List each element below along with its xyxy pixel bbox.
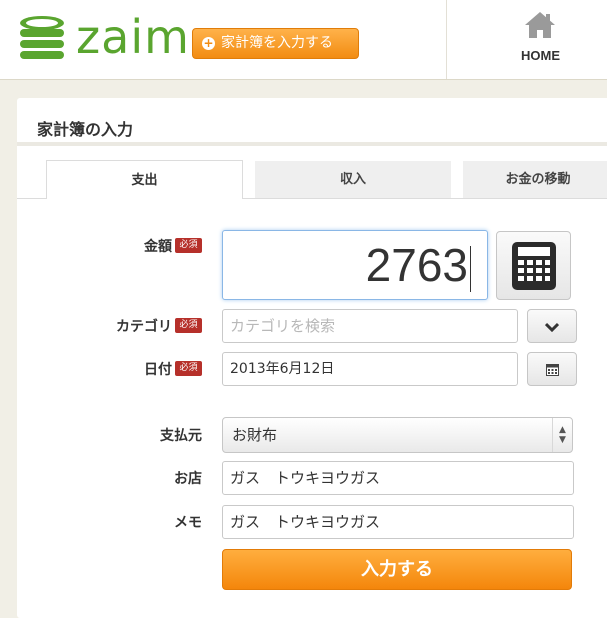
top-header: zaim + 家計簿を入力する HOME — [0, 0, 607, 80]
category-dropdown-button[interactable] — [527, 309, 577, 343]
shop-label: お店 — [174, 471, 202, 487]
date-input[interactable]: 2013年6月12日 — [222, 352, 518, 386]
title-divider — [17, 142, 607, 146]
zaim-logo[interactable]: zaim — [16, 12, 189, 64]
calculator-button[interactable] — [496, 231, 571, 300]
amount-label: 金額 — [144, 239, 172, 255]
tab-income[interactable]: 収入 — [255, 161, 451, 198]
shop-input[interactable]: ガス トウキヨウガス — [222, 461, 574, 495]
tab-expense[interactable]: 支出 — [46, 160, 243, 199]
active-tab-joiner — [47, 197, 242, 200]
select-arrows-icon: ▲ ▼ — [552, 418, 572, 452]
calculator-icon — [512, 242, 556, 290]
home-icon — [525, 12, 555, 38]
category-placeholder: カテゴリを検索 — [230, 317, 336, 335]
logo-text: zaim — [76, 10, 190, 64]
add-entry-button-label: 家計簿を入力する — [221, 35, 333, 51]
memo-input[interactable]: ガス トウキヨウガス — [222, 505, 574, 539]
add-entry-button[interactable]: + 家計簿を入力する — [192, 28, 359, 59]
text-caret — [470, 245, 471, 292]
payment-source-label: 支払元 — [160, 428, 202, 444]
payment-source-select[interactable]: お財布 ▲ ▼ — [222, 417, 573, 453]
memo-label: メモ — [174, 515, 202, 531]
chevron-down-icon — [545, 322, 559, 332]
amount-input[interactable]: 2763 — [222, 230, 488, 300]
page-title: 家計簿の入力 — [37, 120, 134, 139]
tab-transfer[interactable]: お金の移動 — [463, 161, 607, 198]
submit-button[interactable]: 入力する — [222, 549, 572, 590]
amount-value: 2763 — [365, 239, 468, 291]
payment-source-value: お財布 — [232, 426, 278, 444]
category-label: カテゴリ — [116, 319, 172, 335]
calendar-icon — [546, 364, 559, 376]
required-badge: 必須 — [175, 361, 202, 376]
home-nav-label: HOME — [521, 48, 560, 63]
home-nav-button[interactable]: HOME — [446, 0, 607, 79]
category-search-input[interactable]: カテゴリを検索 — [222, 309, 518, 343]
plus-circle-icon: + — [202, 36, 215, 50]
required-badge: 必須 — [175, 238, 202, 253]
required-badge: 必須 — [175, 318, 202, 333]
calendar-button[interactable] — [527, 352, 577, 386]
date-label: 日付 — [144, 362, 172, 378]
coins-logo-icon — [20, 16, 64, 59]
